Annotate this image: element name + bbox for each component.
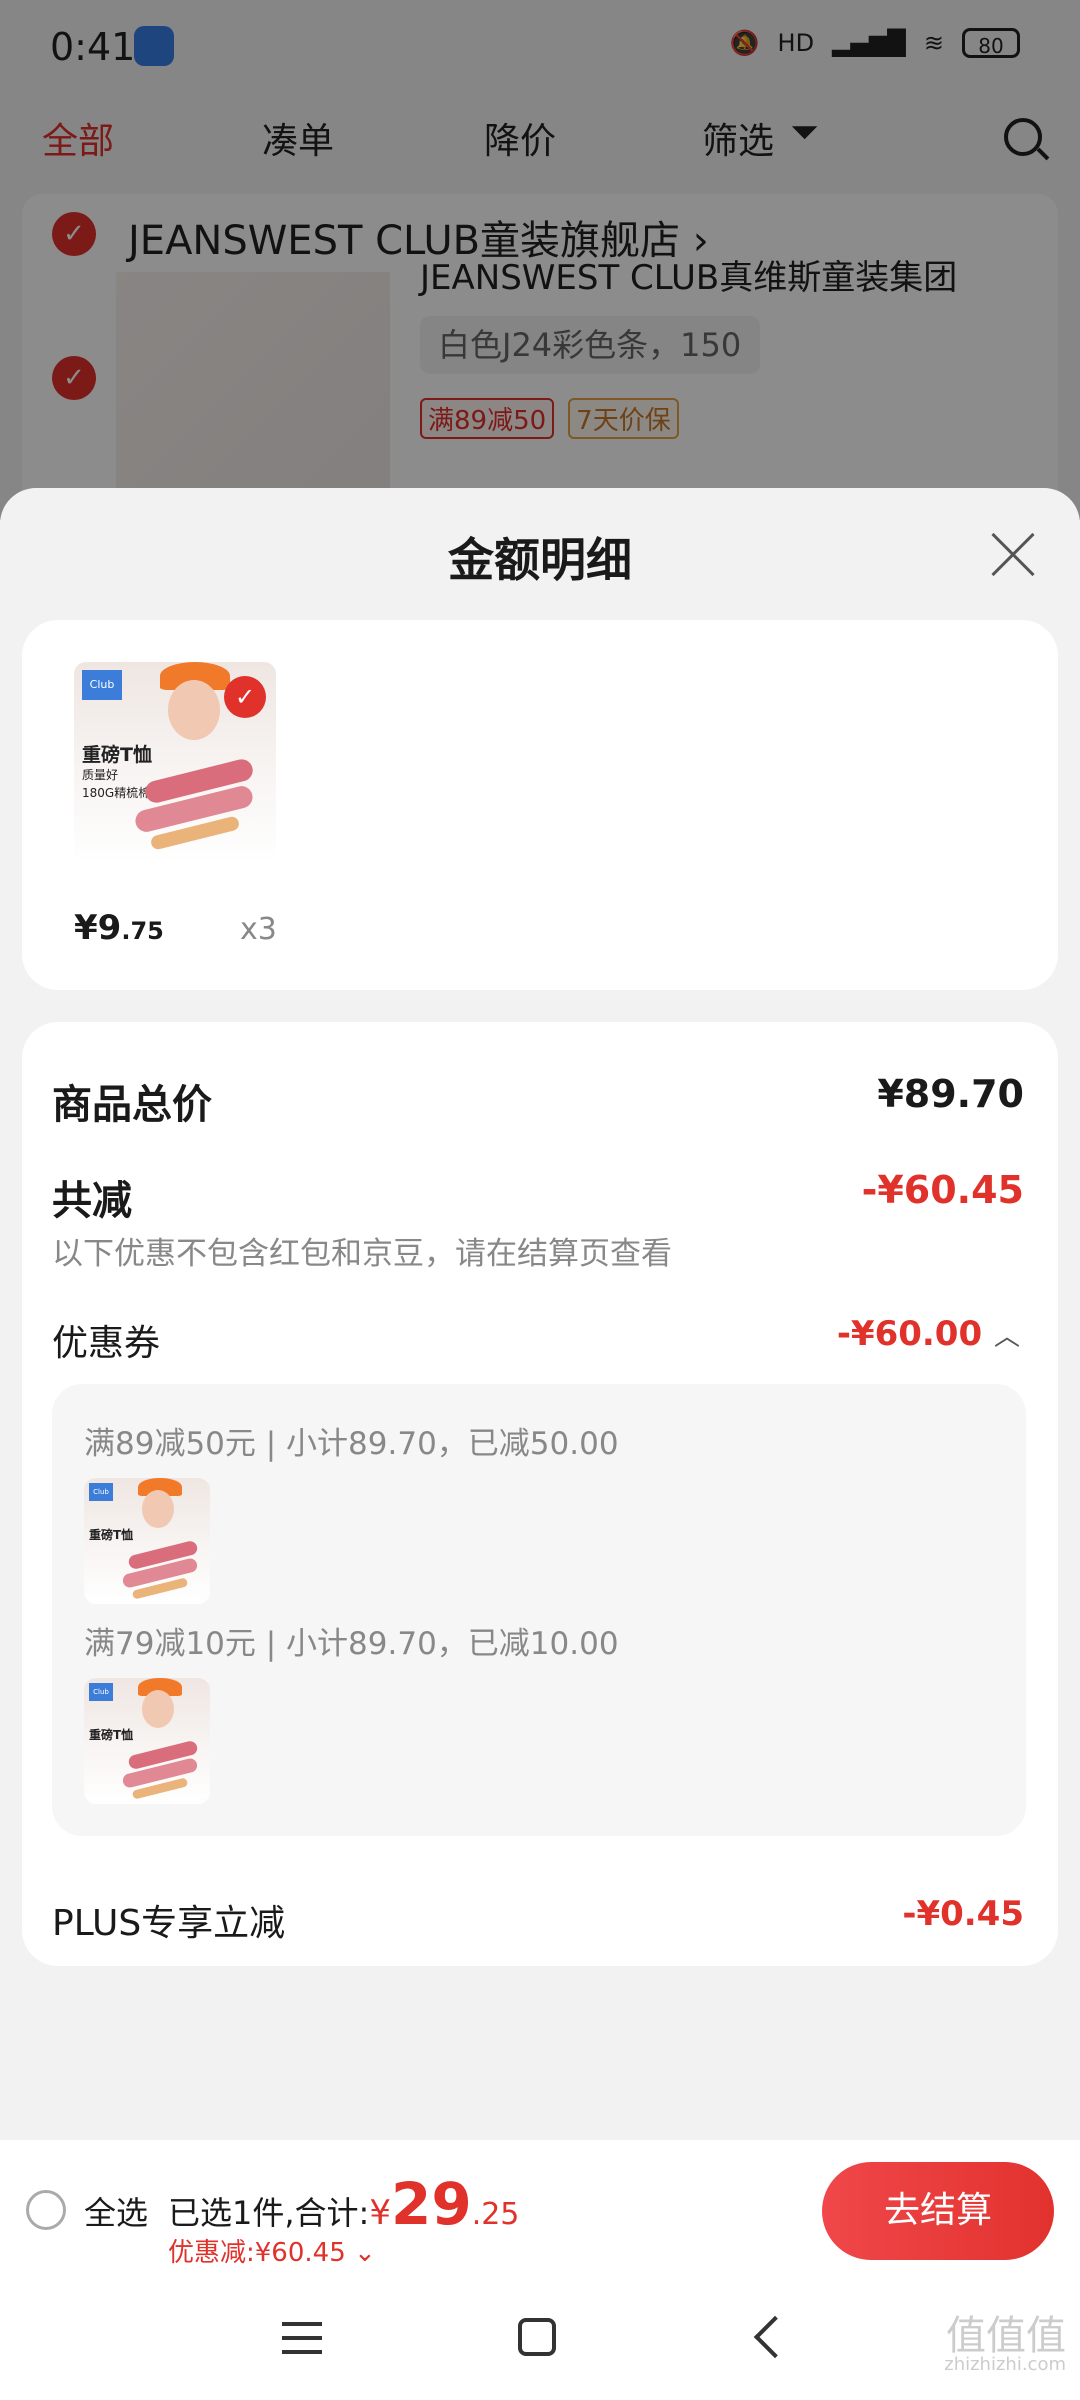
item-quantity: x3 [240,912,277,947]
reduce-note: 以下优惠不包含红包和京豆，请在结算页查看 [52,1236,672,1272]
amount-detail-sheet: 金额明细 Club 重磅T恤 质量好 180G精梳棉 ✓ ¥9.75 x3 商品… [0,488,1080,2400]
discount-toggle[interactable]: 优惠减:¥60.45 ⌄ [168,2232,376,2269]
image-line1: 质量好 [82,768,119,782]
product-image[interactable]: Club 重磅T恤 质量好 180G精梳棉 ✓ [74,662,276,864]
checkout-button[interactable]: 去结算 [822,2162,1054,2260]
close-icon[interactable] [990,532,1036,578]
reduce-label: 共减 [52,1178,132,1224]
item-price: ¥9.75 [74,908,164,948]
coupon-toggle[interactable]: -¥60.00 ︿ [837,1314,1020,1354]
watermark: 值值值 zhizhizhi.com [944,2316,1066,2374]
coupon-detail-box: 满89减50元 | 小计89.70，已减50.00 Club 重磅T恤 满79减… [52,1384,1026,1836]
watermark-sub: zhizhizhi.com [944,2354,1066,2375]
menu-icon[interactable] [282,2322,322,2354]
watermark-main: 值值值 [946,2313,1066,2359]
sheet-title: 金额明细 [448,533,632,587]
total-summary: 已选1件,合计:¥29.25 [168,2170,519,2238]
image-title: 重磅T恤 [82,744,152,766]
summary-total-int: 29 [390,2170,472,2238]
home-icon[interactable] [518,2318,556,2356]
coupon-line-1: 满89减50元 | 小计89.70，已减50.00 [84,1426,619,1462]
summary-currency: ¥ [369,2193,391,2233]
system-nav-bar [0,2276,1080,2400]
coupon-label: 优惠券 [52,1323,161,1364]
image-line2: 180G精梳棉 [82,786,151,800]
plus-label: PLUS专享立减 [52,1903,286,1944]
plus-value: -¥0.45 [902,1894,1024,1934]
coupon-product-image-2: Club 重磅T恤 [84,1678,210,1804]
coupon-image-title: 重磅T恤 [89,1528,134,1542]
total-label: 商品总价 [52,1082,212,1128]
dim-overlay[interactable] [0,0,1080,520]
coupon-line-2: 满79减10元 | 小计89.70，已减10.00 [84,1626,619,1662]
chevron-up-icon: ︿ [993,1322,1020,1352]
total-value: ¥89.70 [877,1072,1024,1116]
item-price-int: ¥9 [74,908,122,948]
select-all-label[interactable]: 全选 [84,2188,148,2234]
summary-prefix: 已选1件,合计: [168,2194,370,2232]
select-all-radio[interactable] [26,2190,66,2230]
coupon-product-image-1: Club 重磅T恤 [84,1478,210,1604]
selected-product-card: Club 重磅T恤 质量好 180G精梳棉 ✓ ¥9.75 x3 [22,620,1058,990]
coupon-value: -¥60.00 [836,1314,983,1354]
product-selected-check-icon[interactable]: ✓ [224,676,266,718]
coupon-image-title: 重磅T恤 [89,1728,134,1742]
reduce-value: -¥60.45 [861,1168,1024,1212]
cart-page-background: 0:41 🔕 HD ▂▄▆█ ≋ 80 全部 凑单 降价 筛选 ⏷ ✓ JEAN… [0,0,1080,532]
back-icon[interactable] [753,2315,797,2359]
checkout-bar: 全选 已选1件,合计:¥29.25 优惠减:¥60.45 ⌄ 去结算 [0,2140,1080,2276]
summary-total-dec: .25 [471,2197,520,2232]
brand-logo: Club [82,670,122,700]
item-price-dec: .75 [121,917,164,945]
